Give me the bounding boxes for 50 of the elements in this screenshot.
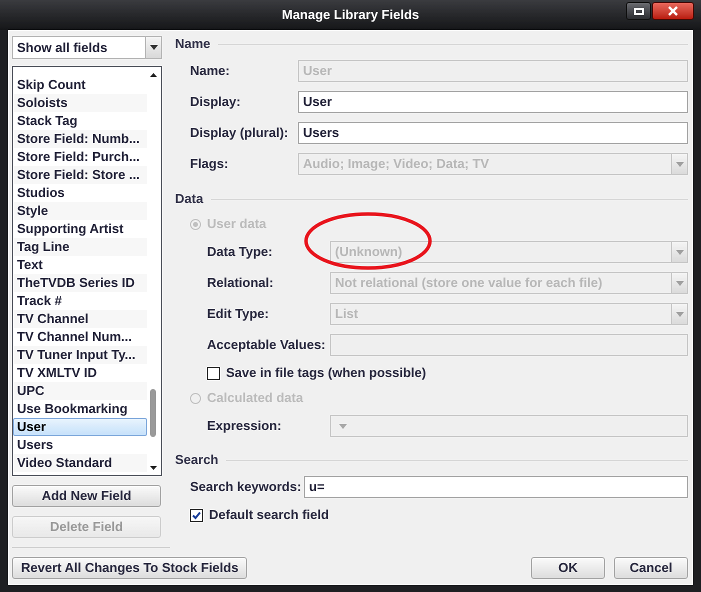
list-item[interactable]: TV Channel — [13, 310, 147, 328]
window-title: Manage Library Fields — [282, 6, 420, 24]
section-heading: Name — [175, 35, 210, 54]
list-item[interactable]: Video Standard — [13, 454, 147, 472]
input-field[interactable]: User — [298, 91, 688, 113]
list-item[interactable]: Store Field: Store ... — [13, 166, 147, 184]
filter-dropdown[interactable]: Show all fields — [12, 36, 162, 59]
list-item[interactable]: User — [13, 418, 147, 436]
field-label: Acceptable Values: — [207, 336, 326, 354]
field-label: Display (plural): — [190, 124, 290, 142]
list-item[interactable]: Tag Line — [13, 238, 147, 256]
caret-icon — [676, 162, 684, 166]
field-label: Edit Type: — [207, 305, 270, 324]
revert-button[interactable]: Revert All Changes To Stock Fields — [12, 557, 248, 579]
list-item[interactable]: TheTVDB Series ID — [13, 274, 147, 292]
button[interactable]: Cancel — [614, 557, 688, 579]
caret-icon — [150, 44, 158, 50]
checkbox[interactable] — [190, 508, 203, 522]
input-field[interactable]: u= — [304, 476, 688, 498]
add-field-button[interactable]: Add New Field — [12, 485, 161, 507]
field-label: Expression: — [207, 417, 282, 436]
field-label: Data Type: — [207, 243, 274, 262]
scroll-up-icon — [150, 72, 157, 77]
section-heading: Data — [175, 190, 204, 208]
list-item[interactable]: Soloists — [13, 94, 147, 112]
checkbox[interactable] — [207, 366, 220, 380]
maximize-button[interactable] — [626, 2, 651, 20]
close-button[interactable] — [652, 2, 694, 20]
delete-field-button: Delete Field — [12, 516, 161, 538]
field-label: Relational: — [207, 274, 274, 292]
close-icon — [668, 6, 678, 16]
caret-icon — [339, 424, 347, 428]
caret-icon — [676, 250, 684, 254]
list-item[interactable]: Store Field: Numb... — [13, 130, 147, 148]
checkbox-label: Save in file tags (when possible) — [226, 364, 426, 382]
field-label: Display: — [190, 93, 242, 112]
field-label: Search keywords: — [190, 478, 302, 496]
caret-icon — [676, 312, 684, 316]
input-field[interactable]: Users — [298, 122, 688, 144]
field-label: Name: — [190, 62, 231, 80]
list-item[interactable]: UPC — [13, 382, 147, 400]
scrollbar-thumb[interactable] — [150, 388, 156, 437]
button[interactable]: OK — [531, 557, 605, 579]
section-heading: Search — [175, 451, 218, 470]
list-item[interactable]: TV Tuner Input Ty... — [13, 346, 147, 364]
caret-icon — [676, 280, 684, 286]
list-item[interactable]: Style — [13, 202, 147, 220]
field-label: Flags: — [190, 155, 230, 174]
scroll-down-icon — [150, 466, 157, 470]
checkbox-label: Default search field — [209, 506, 329, 524]
